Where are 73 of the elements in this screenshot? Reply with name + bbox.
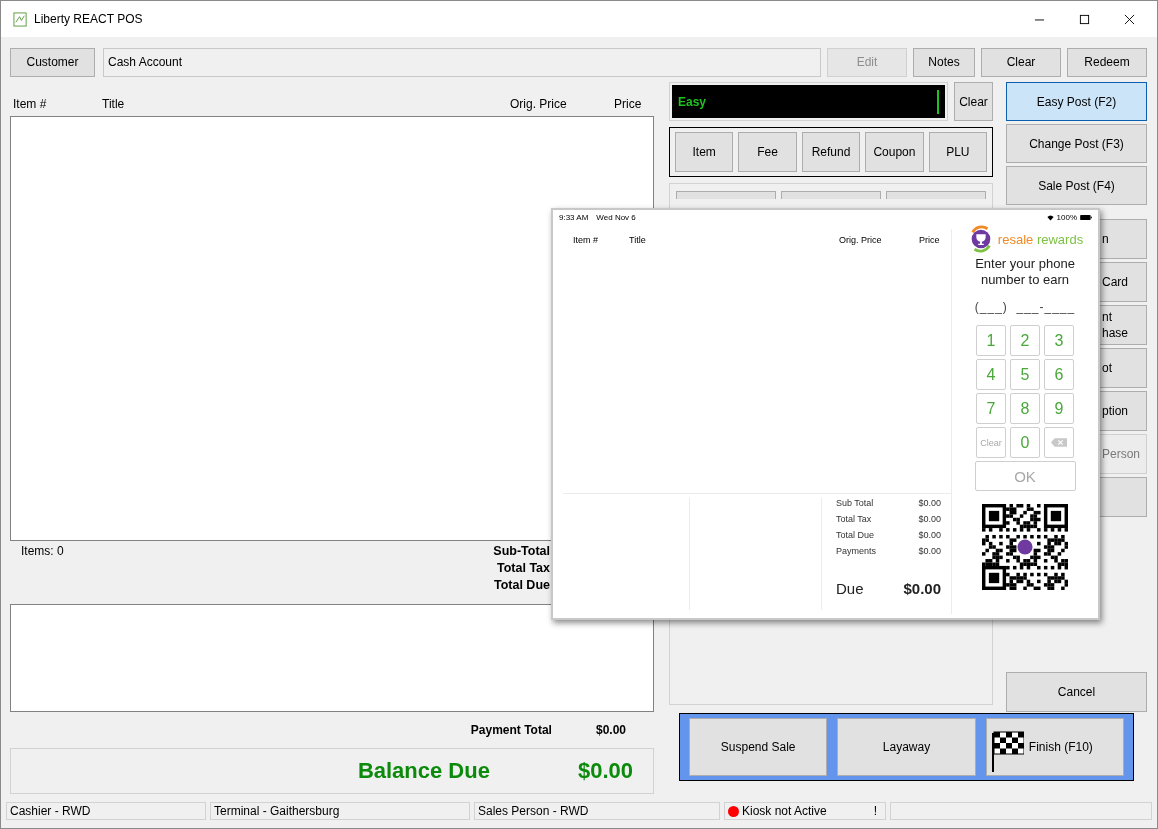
battery-icon <box>1080 215 1092 220</box>
total-value: $0.00 <box>918 530 941 542</box>
entry-type-button[interactable]: PLU <box>928 132 988 172</box>
column-header: Price <box>919 235 940 245</box>
column-header: Orig. Price <box>839 235 882 245</box>
balance-due-value: $0.00 <box>577 758 633 785</box>
entry-type-button[interactable]: Fee <box>738 132 797 172</box>
entry-type-button[interactable]: Refund <box>801 132 861 172</box>
wifi-icon <box>1046 214 1054 221</box>
post-mode-button[interactable]: Change Post (F3) <box>1006 124 1147 163</box>
column-header: Title <box>629 235 646 245</box>
date-text: Wed Nov 6 <box>596 213 636 222</box>
column-header: Item # <box>13 97 47 111</box>
cancel-button[interactable]: Cancel <box>1006 672 1147 712</box>
total-label: Sub-Total <box>493 544 550 559</box>
column-header: Title <box>102 97 125 111</box>
window-title: Liberty REACT POS <box>34 12 143 26</box>
total-label: Payments <box>836 546 877 558</box>
function-button[interactable]: nt hase <box>1099 305 1147 345</box>
total-value: $0.00 <box>918 546 941 558</box>
action-button[interactable]: Suspend Sale <box>689 718 828 776</box>
total-value: $0.00 <box>918 498 941 510</box>
function-button[interactable] <box>1099 477 1147 517</box>
post-mode-button[interactable]: Easy Post (F2) <box>1006 82 1147 121</box>
function-button[interactable] <box>676 191 776 199</box>
function-button[interactable]: Card <box>1099 262 1147 302</box>
column-header: Item # <box>573 235 598 245</box>
entry-type-button[interactable]: Item <box>675 132 734 172</box>
toolbar-button[interactable]: Clear <box>981 47 1061 77</box>
backspace-icon <box>1051 438 1067 447</box>
kiosk-status: Kiosk not Active <box>742 804 827 818</box>
status-cell: Sales Person - RWD <box>474 802 720 820</box>
total-label: Sub Total <box>836 498 874 510</box>
phone-number-field[interactable]: (___) ___-____ <box>974 300 1076 314</box>
toolbar-button[interactable]: Redeem <box>1067 47 1147 77</box>
status-cell: Terminal - Gaithersburg <box>210 802 470 820</box>
phone-prompt: Enter your phone number to earn <box>974 256 1076 288</box>
balance-due-label: Balance Due <box>357 758 490 785</box>
action-button[interactable]: Layaway <box>837 718 976 776</box>
checkered-flag-icon <box>989 729 1024 773</box>
clock-time: 9:33 AM <box>559 213 589 222</box>
function-button[interactable]: ot <box>1099 348 1147 388</box>
post-mode-button[interactable]: Sale Post (F4) <box>1006 166 1147 205</box>
function-button[interactable] <box>781 191 881 199</box>
alert-mark: ! <box>873 804 877 818</box>
total-label: Total Tax <box>497 561 550 576</box>
entry-type-button[interactable]: Coupon <box>865 132 924 172</box>
battery-percent: 100% <box>1056 213 1077 222</box>
close-icon[interactable] <box>1124 13 1135 25</box>
due-label: Due <box>836 580 864 597</box>
function-button[interactable] <box>886 191 986 199</box>
total-label: Total Due <box>836 530 875 542</box>
function-button[interactable]: n <box>1099 219 1147 259</box>
items-count: Items: 0 <box>21 544 64 561</box>
status-cell: Cashier - RWD <box>6 802 206 820</box>
app-icon <box>13 11 28 27</box>
brand-name: resale rewards <box>997 231 1084 247</box>
total-value: $0.00 <box>918 514 941 526</box>
total-label: Total Tax <box>836 514 872 526</box>
toolbar-button[interactable]: Notes <box>913 47 975 77</box>
function-button[interactable]: ption <box>1099 391 1147 431</box>
maximize-icon[interactable] <box>1079 13 1090 25</box>
payment-total-value: $0.00 <box>595 723 626 738</box>
account-field[interactable]: Cash Account <box>103 47 821 77</box>
customer-button[interactable]: Customer <box>10 47 95 77</box>
action-button[interactable]: Finish (F10) <box>985 718 1124 776</box>
entry-field[interactable]: Easy <box>672 85 945 118</box>
payment-total-label: Payment Total <box>470 723 552 738</box>
due-value: $0.00 <box>903 580 941 597</box>
total-label: Total Due <box>493 578 550 593</box>
clear-button[interactable]: Clear <box>954 82 993 121</box>
column-header: Orig. Price <box>510 97 567 111</box>
column-header: Price <box>614 97 642 111</box>
